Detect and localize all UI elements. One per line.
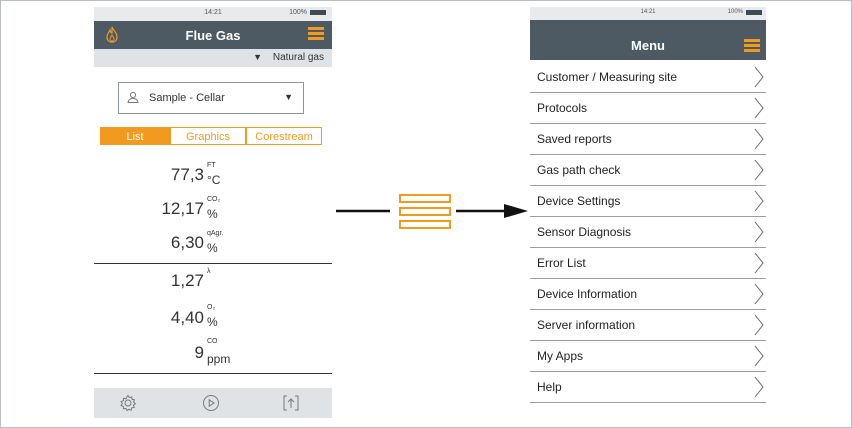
divider [94, 263, 332, 264]
status-bar: 14:21 100% [94, 7, 332, 21]
reading-value: 1,27 [170, 271, 204, 290]
arrow-head [504, 204, 528, 218]
menu-item-label: Help [537, 380, 562, 394]
menu-item-help[interactable]: Help [530, 372, 766, 403]
sample-label: Sample - Cellar [149, 92, 225, 104]
menu-item-protocols[interactable]: Protocols [530, 93, 766, 124]
bottom-toolbar [94, 388, 332, 418]
reading-value: 12,17 [161, 199, 204, 218]
chevron-right-icon [754, 128, 764, 150]
reading-value: 4,40 [170, 308, 204, 327]
reading-unit: % [207, 241, 218, 255]
menu-list: Customer / Measuring site Protocols Save… [530, 62, 766, 403]
status-bar: 14:21 100% [530, 7, 766, 20]
upload-icon[interactable] [282, 394, 300, 412]
reading-row: 4,40 O₂ % [94, 299, 332, 333]
reading-unit: ppm [207, 352, 231, 366]
chevron-right-icon [754, 159, 764, 181]
tab-graphics[interactable]: Graphics [170, 127, 246, 145]
reading-unit: % [207, 207, 218, 221]
chevron-right-icon [754, 97, 764, 119]
reading-row: 77,3 FT °C [94, 157, 332, 191]
chevron-right-icon [754, 376, 764, 398]
title-bar: Flue Gas [94, 21, 332, 49]
menu-item-device-settings[interactable]: Device Settings [530, 186, 766, 217]
chevron-right-icon [754, 252, 764, 274]
menu-item-error-list[interactable]: Error List [530, 248, 766, 279]
reading-label: CO [207, 338, 218, 345]
reading-row: 9 CO ppm [94, 333, 332, 367]
menu-item-sensor-diagnosis[interactable]: Sensor Diagnosis [530, 217, 766, 248]
play-icon[interactable] [202, 394, 220, 412]
menu-item-label: Gas path check [537, 163, 621, 177]
menu-item-saved-reports[interactable]: Saved reports [530, 124, 766, 155]
reading-row: 12,17 CO₂ % [94, 191, 332, 225]
reading-value: 77,3 [170, 165, 204, 184]
view-tabs: List Graphics Corestream [100, 127, 322, 145]
menu-item-label: My Apps [537, 349, 584, 363]
chevron-right-icon [754, 314, 764, 336]
menu-item-label: Server information [537, 318, 636, 332]
reading-value: 6,30 [170, 233, 204, 252]
chevron-right-icon [754, 283, 764, 305]
transition-arrow [336, 194, 528, 229]
battery-icon [310, 10, 326, 15]
page-title: Flue Gas [185, 28, 241, 43]
chevron-right-icon [754, 221, 764, 243]
reading-unit: °C [207, 173, 221, 187]
reading-label: FT [207, 162, 216, 169]
chevron-down-icon: ▼ [284, 92, 293, 102]
battery-percent: 100% [289, 9, 307, 16]
reading-row: 1,27 λ [94, 265, 332, 299]
reading-label: O₂ [207, 304, 216, 311]
menu-item-label: Saved reports [537, 132, 612, 146]
menu-item-label: Sensor Diagnosis [537, 225, 632, 239]
menu-item-server-information[interactable]: Server information [530, 310, 766, 341]
reading-label: qAgr. [207, 230, 224, 237]
chevron-right-icon [754, 66, 764, 88]
divider [94, 373, 332, 374]
battery-icon [746, 9, 762, 15]
reading-unit: % [207, 315, 218, 329]
reading-label: CO₂ [207, 196, 221, 203]
battery-percent: 100% [727, 9, 743, 15]
gas-type-value: Natural gas [272, 52, 324, 63]
menu-screen: 14:21 100% Menu Customer / Measuring sit… [530, 7, 766, 403]
reading-label: λ [207, 268, 211, 275]
menu-item-gas-path-check[interactable]: Gas path check [530, 155, 766, 186]
gas-type-selector[interactable]: ▼ Natural gas [94, 49, 332, 67]
title-bar: Menu [530, 20, 766, 60]
battery-indicator: 100% [728, 9, 762, 15]
menu-item-device-information[interactable]: Device Information [530, 279, 766, 310]
chevron-right-icon [754, 190, 764, 212]
hamburger-menu-icon[interactable] [744, 39, 760, 55]
menu-item-label: Error List [537, 256, 586, 270]
chevron-right-icon [754, 345, 764, 367]
tab-list[interactable]: List [100, 127, 170, 145]
menu-item-my-apps[interactable]: My Apps [530, 341, 766, 372]
triangle-down-icon: ▼ [253, 52, 262, 62]
menu-item-customer-measuring-site[interactable]: Customer / Measuring site [530, 62, 766, 93]
person-icon [127, 91, 139, 103]
battery-indicator: 100% [289, 9, 326, 16]
sample-dropdown[interactable]: Sample - Cellar ▼ [118, 82, 304, 114]
hamburger-menu-icon [399, 194, 451, 229]
menu-item-label: Protocols [537, 101, 588, 115]
menu-item-label: Customer / Measuring site [537, 70, 678, 84]
hamburger-menu-icon[interactable] [308, 27, 324, 43]
gear-icon[interactable] [119, 394, 137, 412]
page-title: Menu [631, 38, 665, 53]
reading-value: 9 [194, 343, 204, 362]
tab-corestream[interactable]: Corestream [246, 127, 322, 145]
menu-item-label: Device Settings [537, 194, 621, 208]
menu-item-label: Device Information [537, 287, 638, 301]
reading-row: 6,30 qAgr. % [94, 225, 332, 259]
flue-gas-screen: 14:21 100% Flue Gas ▼ Natural gas Sample… [94, 7, 332, 418]
